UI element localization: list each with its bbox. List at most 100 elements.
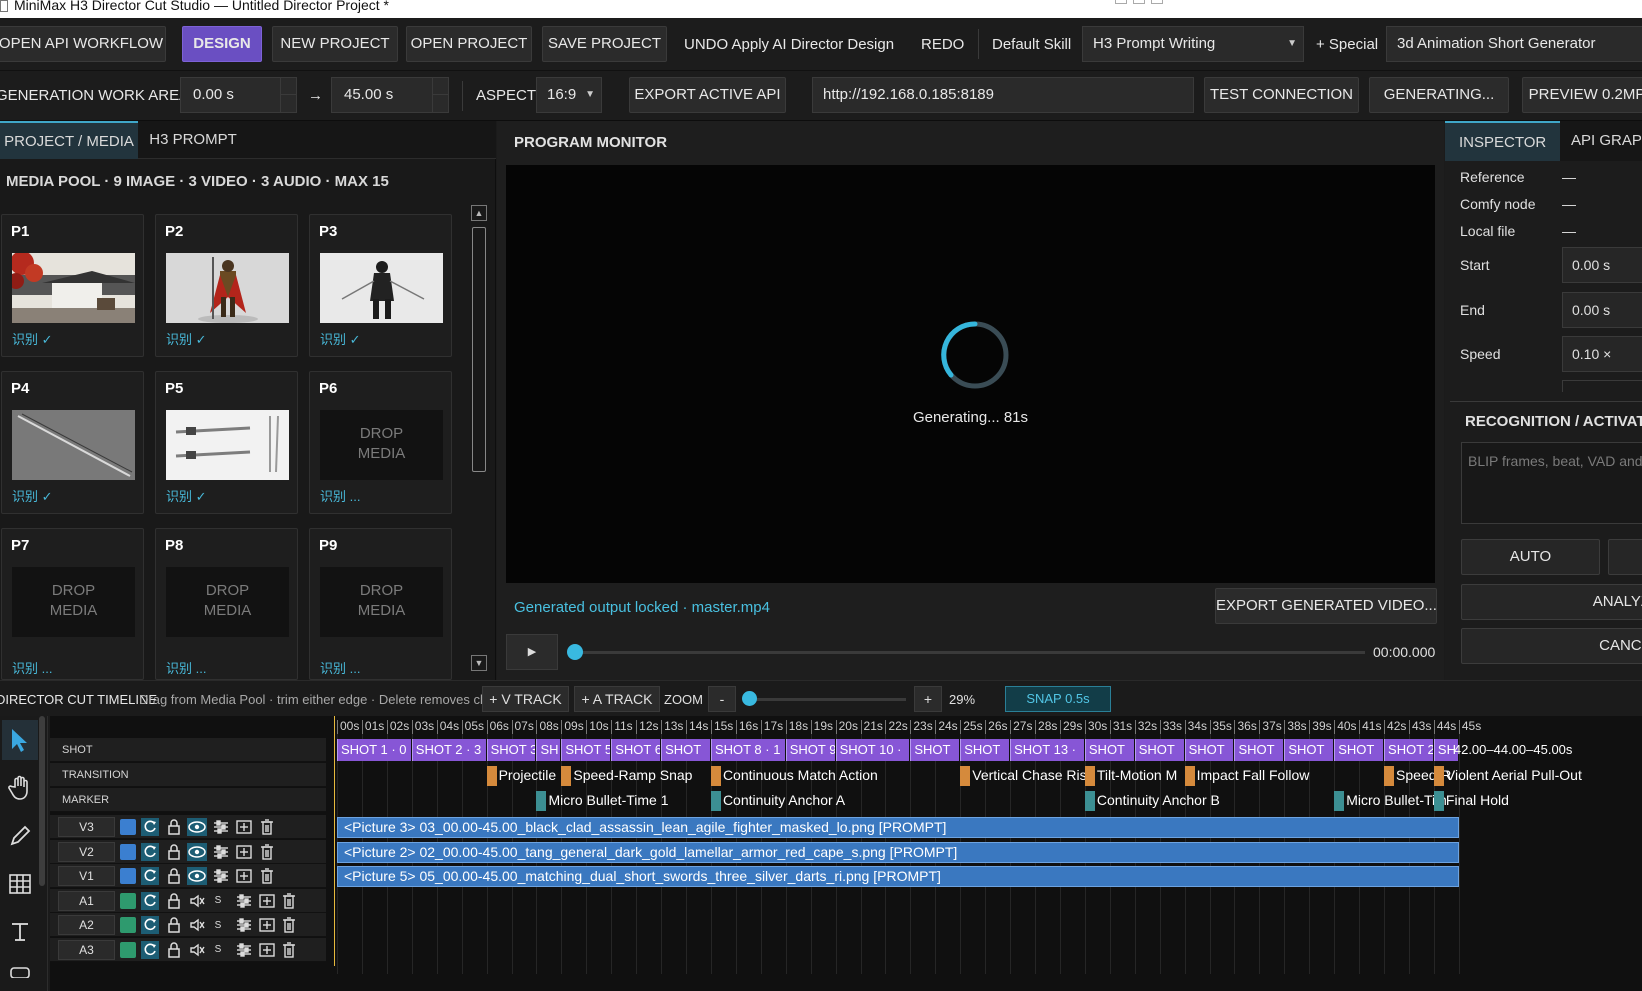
aspect-select[interactable]: 16:9 ▼ xyxy=(536,77,602,113)
drop-media-zone[interactable]: DROP MEDIA xyxy=(166,567,289,637)
save-project-button[interactable]: SAVE PROJECT xyxy=(542,26,667,62)
solo-toggle[interactable]: S xyxy=(208,915,228,935)
scroll-up-icon[interactable]: ▲ xyxy=(471,205,487,221)
track-color-icon[interactable] xyxy=(118,891,138,911)
grid-tool[interactable] xyxy=(2,864,38,904)
media-card[interactable]: P9 DROP MEDIA 识别 ... xyxy=(309,528,452,680)
shot-clip[interactable]: SHOT 5 xyxy=(561,739,611,761)
add-clip-icon[interactable] xyxy=(257,915,277,935)
window-controls[interactable] xyxy=(1115,0,1171,6)
auto-button[interactable]: AUTO xyxy=(1461,539,1600,575)
zoom-out-button[interactable]: - xyxy=(708,686,736,712)
sync-icon[interactable] xyxy=(140,891,160,911)
api-url-input[interactable]: http://192.168.0.185:8189 xyxy=(812,77,1194,113)
maximize-icon[interactable] xyxy=(1133,0,1145,4)
shot-clip[interactable]: SHOT 1 · 0 xyxy=(337,739,411,761)
special-select[interactable]: 3d Animation Short Generator xyxy=(1386,26,1642,62)
sync-icon[interactable] xyxy=(140,915,160,935)
media-pool-scrollbar[interactable]: ▲ ▼ xyxy=(471,205,487,675)
shot-clip[interactable]: SHOT xyxy=(1084,739,1134,761)
transition-item[interactable]: Speed-Ramp Snap xyxy=(561,764,692,786)
recognition-textarea[interactable]: BLIP frames, beat, VAD and xyxy=(1461,442,1642,524)
drop-media-zone[interactable]: DROP MEDIA xyxy=(12,567,135,637)
tools-scrollbar[interactable] xyxy=(39,716,45,886)
spin-arrows-icon[interactable] xyxy=(432,78,448,112)
transition-item[interactable]: Projectile L xyxy=(486,764,568,786)
trash-icon[interactable] xyxy=(279,940,299,960)
video-clip[interactable]: <Picture 2> 02_00.00-45.00_tang_general_… xyxy=(337,842,1459,863)
marker-item[interactable]: Micro Bullet-Time 1 xyxy=(536,789,669,811)
trash-icon[interactable] xyxy=(257,842,277,862)
add-video-track-button[interactable]: + V TRACK xyxy=(482,686,569,712)
timeline-ruler[interactable]: 00s 01s 02s 03s 04s 05s 06s 07s 08s 09s 10s 11s 12s 1… xyxy=(334,716,1560,734)
tab-inspector[interactable]: INSPECTOR xyxy=(1445,121,1561,161)
solo-toggle[interactable]: S xyxy=(208,891,228,911)
shot-clip[interactable]: SHOT xyxy=(1234,739,1284,761)
scroll-thumb[interactable] xyxy=(472,227,486,472)
add-audio-track-button[interactable]: + A TRACK xyxy=(574,686,660,712)
end-input[interactable]: 0.00 s xyxy=(1562,292,1642,328)
media-card[interactable]: P2 识别 ✓ xyxy=(155,214,298,357)
zoom-slider[interactable] xyxy=(746,698,906,701)
drop-media-zone[interactable]: DROP MEDIA xyxy=(320,567,443,637)
media-card[interactable]: P7 DROP MEDIA 识别 ... xyxy=(1,528,144,680)
marker-item[interactable]: Final Hold xyxy=(1433,789,1509,811)
hand-tool[interactable] xyxy=(2,768,38,808)
razor-tool[interactable] xyxy=(2,816,38,856)
marker-item[interactable]: Continuity Anchor B xyxy=(1084,789,1220,811)
playhead[interactable] xyxy=(334,716,335,966)
shot-clip[interactable]: SHOT xyxy=(960,739,1010,761)
marker-item[interactable]: Continuity Anchor A xyxy=(710,789,845,811)
track-color-icon[interactable] xyxy=(118,866,138,886)
cancel-button[interactable]: CANCEL xyxy=(1461,628,1642,664)
scroll-down-icon[interactable]: ▼ xyxy=(471,655,487,671)
export-generated-video-button[interactable]: EXPORT GENERATED VIDEO... xyxy=(1215,588,1437,624)
sync-icon[interactable] xyxy=(140,817,160,837)
transition-item[interactable]: Vertical Chase Rise xyxy=(960,764,1094,786)
marker-item[interactable]: Micro Bullet-Tim xyxy=(1334,789,1447,811)
sync-icon[interactable] xyxy=(140,940,160,960)
add-clip-icon[interactable] xyxy=(234,842,254,862)
mixer-icon[interactable] xyxy=(211,866,231,886)
tab-api-graph[interactable]: API GRAPH xyxy=(1571,121,1642,161)
add-clip-icon[interactable] xyxy=(257,891,277,911)
drop-media-zone[interactable]: DROP MEDIA xyxy=(320,410,443,480)
test-connection-button[interactable]: TEST CONNECTION xyxy=(1204,77,1359,113)
trash-icon[interactable] xyxy=(279,891,299,911)
scrubber-handle[interactable] xyxy=(567,644,583,660)
media-card[interactable]: P4 识别 ✓ xyxy=(1,371,144,514)
speed-input[interactable]: 0.10 × xyxy=(1562,336,1642,372)
work-area-start-input[interactable]: 0.00 s xyxy=(180,77,297,113)
mute-icon[interactable] xyxy=(187,891,207,911)
minimize-icon[interactable] xyxy=(1115,0,1127,4)
shot-clip[interactable]: SHOT xyxy=(1134,739,1184,761)
redo-button[interactable]: REDO xyxy=(921,36,964,53)
shot-clip[interactable]: SHOT 8 · 1 xyxy=(710,739,785,761)
mixer-icon[interactable] xyxy=(211,842,231,862)
solo-toggle[interactable]: S xyxy=(208,940,228,960)
undo-button[interactable]: UNDO Apply AI Director Design xyxy=(684,36,894,53)
shot-clip[interactable]: SHOT 2 xyxy=(1384,739,1433,761)
shot-clip[interactable]: SHOT xyxy=(661,739,710,761)
media-card[interactable]: P5 识别 ✓ xyxy=(155,371,298,514)
play-button[interactable]: ▶ xyxy=(506,634,558,670)
visibility-eye-icon[interactable] xyxy=(187,817,207,837)
shot-clip[interactable]: SHOT xyxy=(1334,739,1384,761)
lock-icon[interactable] xyxy=(164,866,184,886)
track-color-icon[interactable] xyxy=(118,915,138,935)
close-icon[interactable] xyxy=(1151,0,1163,4)
mixer-icon[interactable] xyxy=(234,915,254,935)
shot-clip[interactable]: SHOT xyxy=(910,739,960,761)
trash-icon[interactable] xyxy=(279,915,299,935)
tab-h3-prompt[interactable]: H3 PROMPT xyxy=(138,121,248,159)
export-active-api-button[interactable]: EXPORT ACTIVE API xyxy=(629,77,786,113)
select-tool[interactable] xyxy=(2,720,38,760)
lock-icon[interactable] xyxy=(164,891,184,911)
video-clip[interactable]: <Picture 3> 03_00.00-45.00_black_clad_as… xyxy=(337,817,1459,838)
shot-clip[interactable]: SHOT xyxy=(1184,739,1234,761)
generating-button[interactable]: GENERATING... xyxy=(1369,77,1509,113)
trash-icon[interactable] xyxy=(257,866,277,886)
playback-scrubber[interactable] xyxy=(575,651,1365,654)
mixer-icon[interactable] xyxy=(234,940,254,960)
mute-icon[interactable] xyxy=(187,915,207,935)
